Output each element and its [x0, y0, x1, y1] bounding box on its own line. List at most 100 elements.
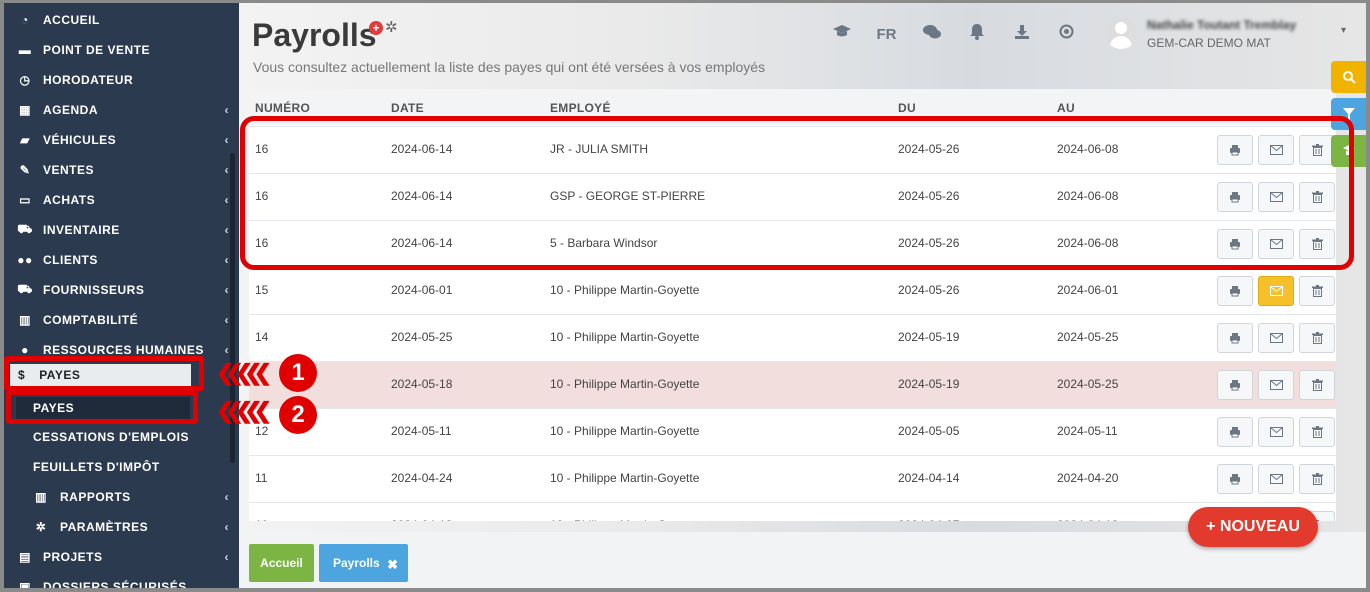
delete-button[interactable] — [1299, 370, 1335, 400]
sidebar-item-4[interactable]: ▰ VÉHICULES ‹ — [4, 125, 239, 155]
table-cell-au: 2024-04-20 — [1057, 471, 1119, 485]
table-cell-au: 2024-06-01 — [1057, 283, 1119, 297]
table-row[interactable]: 14 2024-05-25 10 - Philippe Martin-Goyette… — [249, 314, 1336, 361]
highlight-box-payes — [6, 390, 198, 424]
calendar-icon: ▦ — [19, 103, 31, 117]
table-cell-emp: 10 - Philippe Martin-Goyette — [550, 424, 700, 438]
sidebar-item-label: POINT DE VENTE — [43, 43, 151, 57]
sidebar-item-10[interactable]: ▥ COMPTABILITÉ ‹ — [4, 305, 239, 335]
sidebar-item-9[interactable]: ⛟ FOURNISSEURS ‹ — [4, 275, 239, 305]
highlight-box-payes-group — [4, 356, 204, 391]
column-header[interactable]: EMPLOYÉ — [550, 101, 611, 115]
delete-button[interactable] — [1299, 464, 1335, 494]
email-button[interactable] — [1258, 370, 1294, 400]
table-cell-emp: 10 - Philippe Martin-Goyette — [550, 330, 700, 344]
highlight-box-rows — [240, 116, 1354, 270]
avatar[interactable] — [1105, 17, 1137, 49]
delete-button[interactable] — [1299, 417, 1335, 447]
table-cell-du: 2024-05-19 — [898, 377, 960, 391]
table-cell-date: 2024-04-13 — [391, 518, 452, 521]
sidebar-item-0[interactable]: ◔ ACCUEIL — [4, 5, 239, 35]
print-button[interactable] — [1217, 417, 1253, 447]
email-button[interactable] — [1258, 323, 1294, 353]
sidebar-item-5[interactable]: ✎ VENTES ‹ — [4, 155, 239, 185]
table-row[interactable]: 15 2024-06-01 10 - Philippe Martin-Goyette… — [249, 267, 1336, 314]
car-icon: ▰ — [20, 133, 30, 147]
sidebar-item-projets[interactable]: ▤ PROJETS ‹ — [4, 542, 239, 572]
sidebar-item-feuillets[interactable]: FEUILLETS D'IMPÔT — [4, 452, 239, 482]
sidebar-item-8[interactable]: ●● CLIENTS ‹ — [4, 245, 239, 275]
search-icon — [1343, 71, 1356, 84]
delete-button[interactable] — [1299, 276, 1335, 306]
column-header[interactable]: DATE — [391, 101, 424, 115]
column-header[interactable]: AU — [1057, 101, 1075, 115]
print-icon — [1229, 285, 1241, 297]
column-header[interactable]: NUMÉRO — [255, 101, 310, 115]
print-button[interactable] — [1217, 323, 1253, 353]
sidebar-item-6[interactable]: ▭ ACHATS ‹ — [4, 185, 239, 215]
close-icon[interactable]: ✖ — [387, 557, 398, 573]
gear-icon[interactable]: ✲ — [385, 20, 398, 35]
chevron-left-icon: ‹ — [224, 283, 229, 297]
trash-icon — [1311, 285, 1323, 297]
table-cell-date: 2024-06-01 — [391, 283, 453, 297]
table-cell-au: 2024-05-11 — [1057, 424, 1118, 438]
table-cell-du: 2024-05-19 — [898, 330, 960, 344]
sidebar-item-dossiers[interactable]: ▣ DOSSIERS SÉCURISÉS — [4, 572, 239, 588]
search-button[interactable] — [1331, 61, 1366, 93]
mail-icon — [1269, 286, 1283, 296]
sidebar-item-3[interactable]: ▦ AGENDA ‹ — [4, 95, 239, 125]
sidebar: ● RESSOURCES HUMAINES ‹ ▥ COMPTABILITÉ ‹ ⛟ FOUR… — [4, 3, 239, 588]
mail-icon — [1269, 380, 1283, 390]
settings-icon[interactable] — [1044, 23, 1089, 45]
step-1-badge: 1 — [279, 354, 317, 392]
chevron-left-icon: ‹ — [224, 103, 229, 117]
email-button[interactable] — [1258, 464, 1294, 494]
tab-accueil[interactable]: Accueil — [249, 544, 314, 582]
bell-icon[interactable] — [954, 23, 999, 45]
trash-icon — [1311, 332, 1323, 344]
email-button[interactable] — [1258, 276, 1294, 306]
sidebar-item-parametres[interactable]: ✲ PARAMÈTRES ‹ — [4, 512, 239, 542]
print-button[interactable] — [1217, 370, 1253, 400]
add-circle-icon[interactable]: + — [369, 21, 383, 35]
chevron-down-icon[interactable]: ▾ — [1341, 25, 1346, 36]
download-icon[interactable] — [999, 24, 1044, 45]
column-header[interactable]: DU — [898, 101, 916, 115]
title-actions: + ✲ — [369, 20, 398, 35]
delete-button[interactable] — [1299, 323, 1335, 353]
table-cell-date: 2024-05-11 — [391, 424, 452, 438]
sidebar-item-label: ACCUEIL — [43, 13, 100, 27]
sidebar-item-cessations[interactable]: CESSATIONS D'EMPLOIS — [4, 422, 239, 452]
page-title: Payrolls — [252, 17, 377, 53]
sidebar-item-label: AGENDA — [43, 103, 99, 117]
app-frame: ● RESSOURCES HUMAINES ‹ ▥ COMPTABILITÉ ‹ ⛟ FOUR… — [4, 3, 1366, 588]
print-button[interactable] — [1217, 464, 1253, 494]
sidebar-item-rapports[interactable]: ▥ RAPPORTS ‹ — [4, 482, 239, 512]
step-2-badge: 2 — [279, 396, 317, 434]
print-button[interactable] — [1217, 276, 1253, 306]
email-button[interactable] — [1258, 417, 1294, 447]
clock-icon: ◷ — [19, 73, 31, 87]
new-button[interactable]: + NOUVEAU — [1188, 507, 1318, 547]
table-row[interactable]: 12 2024-05-11 10 - Philippe Martin-Goyette… — [249, 408, 1336, 455]
table-row[interactable]: 10 2024-04-13 10 - Philippe Martin-Goyette… — [249, 502, 1336, 521]
chart-icon: ▥ — [19, 313, 31, 327]
user-name: Nathalie Toutant Tremblay — [1147, 18, 1297, 32]
table-row[interactable]: 11 2024-04-24 10 - Philippe Martin-Goyette… — [249, 455, 1336, 502]
language-switch[interactable]: FR — [864, 26, 909, 43]
table-cell-du: 2024-04-14 — [898, 471, 960, 485]
sidebar-item-label: PARAMÈTRES — [60, 520, 149, 534]
table-cell-au: 2024-05-25 — [1057, 330, 1119, 344]
graduation-cap-icon[interactable] — [819, 24, 864, 45]
table-cell-emp: 10 - Philippe Martin-Goyette — [550, 471, 700, 485]
sidebar-item-2[interactable]: ◷ HORODATEUR — [4, 65, 239, 95]
chat-icon[interactable] — [909, 24, 954, 45]
table-cell-au: 2024-05-25 — [1057, 377, 1119, 391]
table-row[interactable]: 2024-05-18 10 - Philippe Martin-Goyette 20… — [249, 361, 1336, 408]
table-cell-date: 2024-04-24 — [391, 471, 453, 485]
sidebar-item-1[interactable]: ▬ POINT DE VENTE — [4, 35, 239, 65]
tab-payrolls[interactable]: Payrolls ✖ — [319, 544, 408, 582]
user-icon: ● — [21, 343, 29, 357]
sidebar-item-7[interactable]: ⛟ INVENTAIRE ‹ — [4, 215, 239, 245]
